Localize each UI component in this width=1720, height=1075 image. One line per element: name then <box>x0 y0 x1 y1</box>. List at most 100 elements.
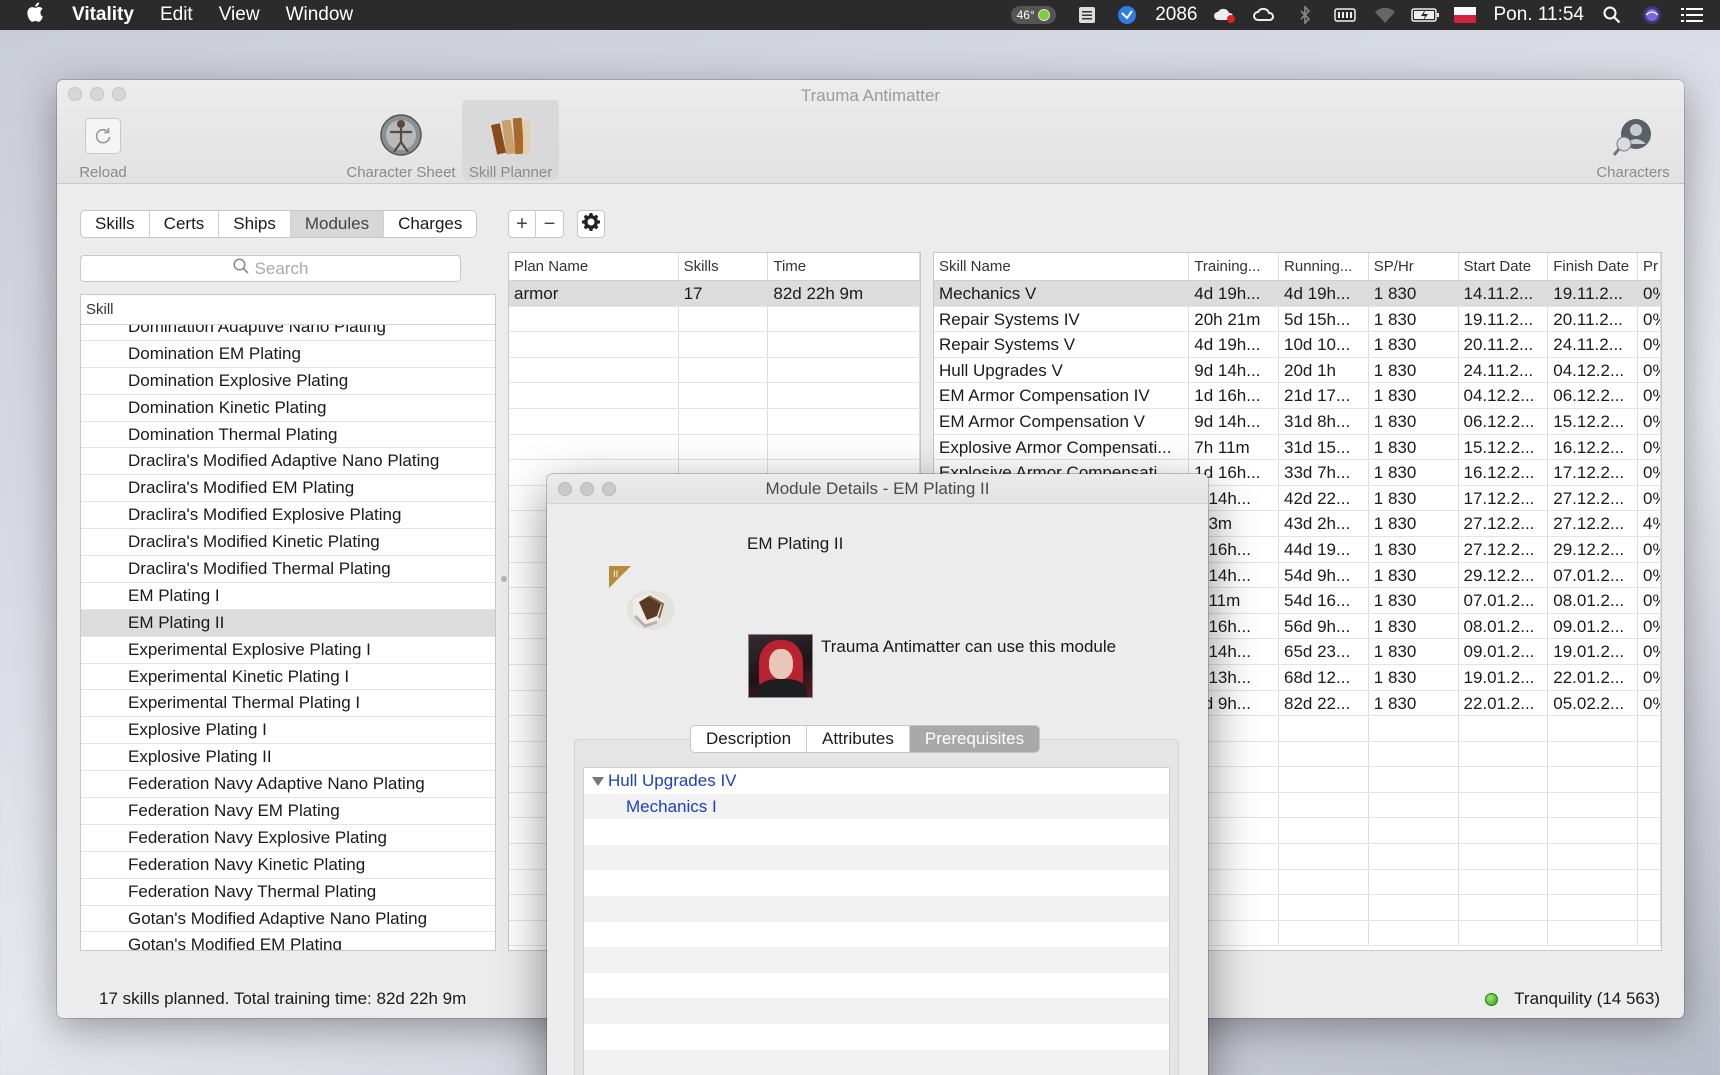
module-list-item[interactable]: Draclira's Modified EM Plating <box>81 475 495 503</box>
table-cell: 56d 9h... <box>1279 613 1369 639</box>
menubar-clock[interactable]: Pon. 11:54 <box>1493 4 1584 26</box>
table-row[interactable]: armor 17 82d 22h 9m <box>509 281 920 307</box>
prereq-row[interactable]: Mechanics I <box>584 793 1169 820</box>
module-list-item[interactable]: Domination Kinetic Plating <box>81 395 495 422</box>
module-list-item[interactable]: Experimental Explosive Plating I <box>81 637 495 664</box>
module-list-item[interactable]: Draclira's Modified Thermal Plating <box>81 556 495 583</box>
prereq-child-skill[interactable]: Mechanics I <box>626 797 717 816</box>
module-list-item[interactable]: Federation Navy Kinetic Plating <box>81 852 495 879</box>
column-header[interactable]: Time <box>768 253 920 280</box>
characters-button[interactable]: Characters <box>1591 110 1675 181</box>
temperature-badge[interactable]: 46° <box>1005 4 1061 26</box>
table-row[interactable]: Repair Systems IV 20h 21m 5d 15h... 1 830 19… <box>934 306 1661 333</box>
prereq-root-skill[interactable]: Hull Upgrades IV <box>608 771 737 790</box>
module-list-item[interactable]: Federation Navy Explosive Plating <box>81 825 495 852</box>
module-list-item[interactable]: Experimental Kinetic Plating I <box>81 664 495 691</box>
table-row[interactable]: Repair Systems V 4d 19h... 10d 10... 1 830 2… <box>934 332 1661 358</box>
tab-attributes[interactable]: Attributes <box>807 726 910 752</box>
search-field[interactable]: Search <box>80 255 461 282</box>
module-list-item[interactable]: Federation Navy Thermal Plating <box>81 879 495 906</box>
module-list-header[interactable]: Skill <box>81 295 495 325</box>
character-sheet-button[interactable]: Character Sheet <box>341 110 461 181</box>
column-header[interactable]: Start Date <box>1459 253 1549 280</box>
tab-description[interactable]: Description <box>691 726 808 752</box>
siri-icon[interactable] <box>1638 4 1666 26</box>
table-cell <box>768 357 920 383</box>
table-cell <box>1279 895 1369 920</box>
module-list-item[interactable]: Draclira's Modified Kinetic Plating <box>81 529 495 557</box>
table-cell: 0% <box>1638 460 1661 485</box>
table-cell <box>1638 869 1661 895</box>
column-header[interactable]: Training... <box>1189 253 1280 280</box>
segment-modules[interactable]: Modules <box>290 211 385 237</box>
table-row[interactable]: EM Armor Compensation V 9d 14h... 31d 8h..… <box>934 408 1661 435</box>
notification-center-icon[interactable] <box>1678 4 1706 26</box>
skill-planner-button[interactable]: Skill Planner <box>462 100 559 181</box>
table-row[interactable]: Mechanics V 4d 19h... 4d 19h... 1 830 14.11.… <box>934 281 1661 307</box>
segment-charges[interactable]: Charges <box>384 211 476 237</box>
module-close-button[interactable] <box>558 482 572 496</box>
module-list-item[interactable]: Draclira's Modified Adaptive Nano Platin… <box>81 448 495 476</box>
column-header[interactable]: Skills <box>679 253 769 280</box>
table-cell: 0% <box>1638 562 1661 588</box>
table-row[interactable]: EM Armor Compensation IV 1d 16h... 21d 17.… <box>934 383 1661 409</box>
spotlight-search-icon[interactable] <box>1598 4 1626 26</box>
module-list-item[interactable]: Gotan's Modified Adaptive Nano Plating <box>81 906 495 933</box>
segment-certs[interactable]: Certs <box>150 211 220 237</box>
module-list-item[interactable]: Explosive Plating II <box>81 744 495 772</box>
column-header[interactable]: Plan Name <box>509 253 679 280</box>
wifi-icon[interactable] <box>1371 4 1399 26</box>
module-list-item[interactable]: Domination Explosive Plating <box>81 368 495 395</box>
module-list: Domination Adaptive Nano Plating Dominati… <box>80 294 496 951</box>
table-cell <box>1548 818 1639 844</box>
module-list-item[interactable]: Federation Navy Adaptive Nano Plating <box>81 771 495 799</box>
table-cell: 0% <box>1638 383 1661 408</box>
creative-cloud-muted-icon[interactable] <box>1211 4 1239 26</box>
segment-skills[interactable]: Skills <box>81 211 150 237</box>
remove-plan-button[interactable]: − <box>536 211 563 237</box>
module-zoom-button[interactable] <box>602 482 616 496</box>
module-list-item[interactable]: Federation Navy EM Plating <box>81 798 495 825</box>
module-list-item[interactable]: Experimental Thermal Plating I <box>81 690 495 718</box>
input-source-flag-icon[interactable] <box>1451 4 1479 26</box>
module-list-item[interactable]: Gotan's Modified EM Plating <box>81 932 495 950</box>
column-header[interactable]: Finish Date <box>1548 253 1639 280</box>
add-plan-button[interactable]: + <box>509 211 536 237</box>
module-list-item[interactable]: Explosive Plating I <box>81 717 495 745</box>
memory-icon[interactable] <box>1331 4 1359 26</box>
prereq-row[interactable]: Hull Upgrades IV <box>584 768 1169 794</box>
module-minimize-button[interactable] <box>580 482 594 496</box>
mail-badge-icon[interactable] <box>1113 4 1141 26</box>
creative-cloud-icon[interactable] <box>1251 4 1279 26</box>
segment-ships[interactable]: Ships <box>219 211 291 237</box>
module-list-item[interactable]: EM Plating I <box>81 583 495 610</box>
module-list-item[interactable]: Draclira's Modified Explosive Plating <box>81 502 495 530</box>
plan-settings-button[interactable] <box>577 210 605 238</box>
list-icon[interactable] <box>1073 4 1101 26</box>
menu-window[interactable]: Window <box>286 4 354 26</box>
app-menu[interactable]: Vitality <box>72 4 134 26</box>
menu-edit[interactable]: Edit <box>160 4 193 26</box>
table-cell <box>1459 818 1549 844</box>
disclosure-triangle-icon[interactable] <box>592 777 604 787</box>
column-header[interactable]: Running... <box>1279 253 1369 280</box>
module-list-item[interactable]: EM Plating II <box>81 609 495 637</box>
count-value: 2086 <box>1155 4 1198 25</box>
apple-menu-icon[interactable] <box>0 1 72 29</box>
module-list-item[interactable]: Domination EM Plating <box>81 341 495 368</box>
column-header[interactable]: Skill Name <box>934 253 1190 280</box>
column-header[interactable]: SP/Hr <box>1369 253 1459 280</box>
table-row[interactable]: Hull Upgrades V 9d 14h... 20d 1h 1 830 24.11… <box>934 357 1661 384</box>
menu-view[interactable]: View <box>219 4 260 26</box>
table-cell: 1 830 <box>1369 511 1459 536</box>
can-use-message: Trauma Antimatter can use this module <box>821 637 1117 656</box>
module-list-item[interactable]: Domination Thermal Plating <box>81 422 495 449</box>
battery-icon[interactable] <box>1411 4 1440 26</box>
tab-prerequisites[interactable]: Prerequisites <box>909 726 1040 752</box>
column-header[interactable]: Pr <box>1638 253 1661 280</box>
bluetooth-icon[interactable] <box>1291 4 1319 26</box>
module-name: EM Plating II <box>747 534 844 553</box>
reload-button[interactable]: Reload <box>68 118 138 181</box>
split-view-handle[interactable] <box>501 576 507 582</box>
table-row[interactable]: Explosive Armor Compensati... 7h 11m 31d 1… <box>934 434 1661 461</box>
